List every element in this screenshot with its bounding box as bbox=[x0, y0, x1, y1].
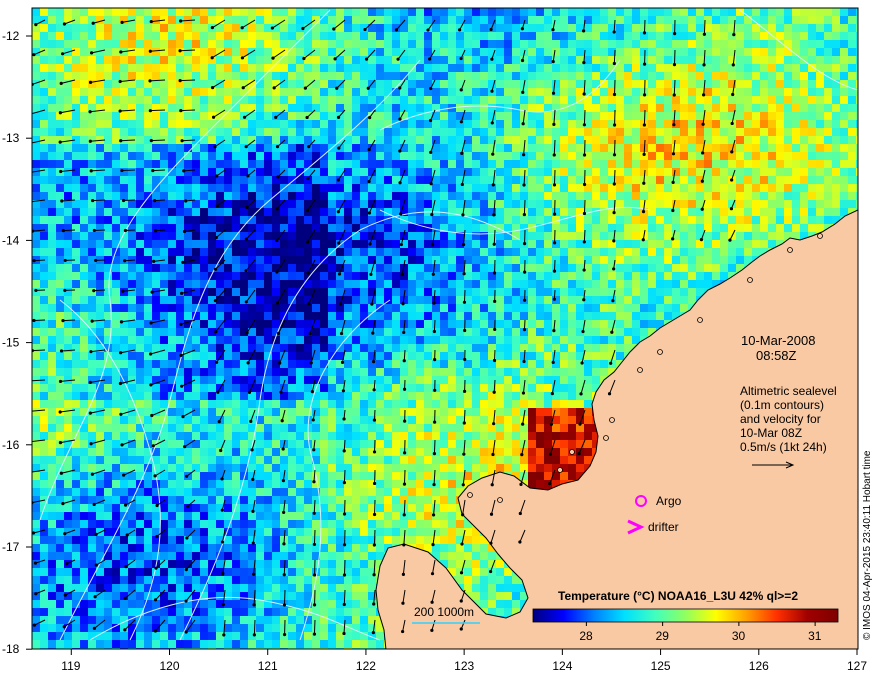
lat-tick-label: -12 bbox=[2, 29, 20, 43]
lon-tick-label: 121 bbox=[258, 659, 278, 673]
lon-tick-label: 126 bbox=[749, 659, 769, 673]
lon-tick-label: 120 bbox=[160, 659, 180, 673]
altimetry-line-5: 0.5m/s (1kt 24h) bbox=[740, 440, 827, 454]
lon-tick-label: 127 bbox=[847, 659, 867, 673]
lat-tick-label: -14 bbox=[2, 233, 20, 247]
altimetry-line-1: Altimetric sealevel bbox=[740, 384, 837, 398]
lon-tick-label: 123 bbox=[454, 659, 474, 673]
colorbar-title: Temperature (°C) NOAA16_L3U 42% ql>=2 bbox=[558, 589, 798, 603]
colorbar-tick-label: 30 bbox=[732, 629, 746, 643]
time-label: 08:58Z bbox=[756, 348, 797, 363]
colorbar-tick-label: 31 bbox=[808, 629, 822, 643]
lat-tick-label: -16 bbox=[2, 438, 20, 452]
lon-tick-label: 124 bbox=[552, 659, 572, 673]
imos-credit: © IMOS 04-Apr-2015 23:40:11 Hobart time bbox=[862, 450, 873, 641]
lon-tick-label: 119 bbox=[61, 659, 80, 673]
altimetry-line-3: and velocity for bbox=[740, 412, 821, 426]
colorbar-tick-label: 28 bbox=[579, 629, 593, 643]
altimetry-line-4: 10-Mar 08Z bbox=[740, 426, 803, 440]
date-label: 10-Mar-2008 bbox=[741, 333, 816, 348]
colorbar bbox=[532, 608, 839, 623]
colorbar-tick-label: 29 bbox=[656, 629, 670, 643]
drifter-label: drifter bbox=[648, 520, 679, 534]
altimetry-line-2: (0.1m contours) bbox=[740, 398, 825, 412]
lat-tick-label: -15 bbox=[2, 336, 20, 350]
lon-tick-label: 125 bbox=[651, 659, 671, 673]
lat-tick-label: -18 bbox=[2, 642, 20, 656]
lat-tick-label: -17 bbox=[2, 540, 20, 554]
lat-tick-label: -13 bbox=[2, 131, 20, 145]
depth-legend-label: 200 1000m bbox=[414, 605, 474, 619]
argo-label: Argo bbox=[656, 494, 682, 508]
lon-tick-label: 122 bbox=[356, 659, 376, 673]
